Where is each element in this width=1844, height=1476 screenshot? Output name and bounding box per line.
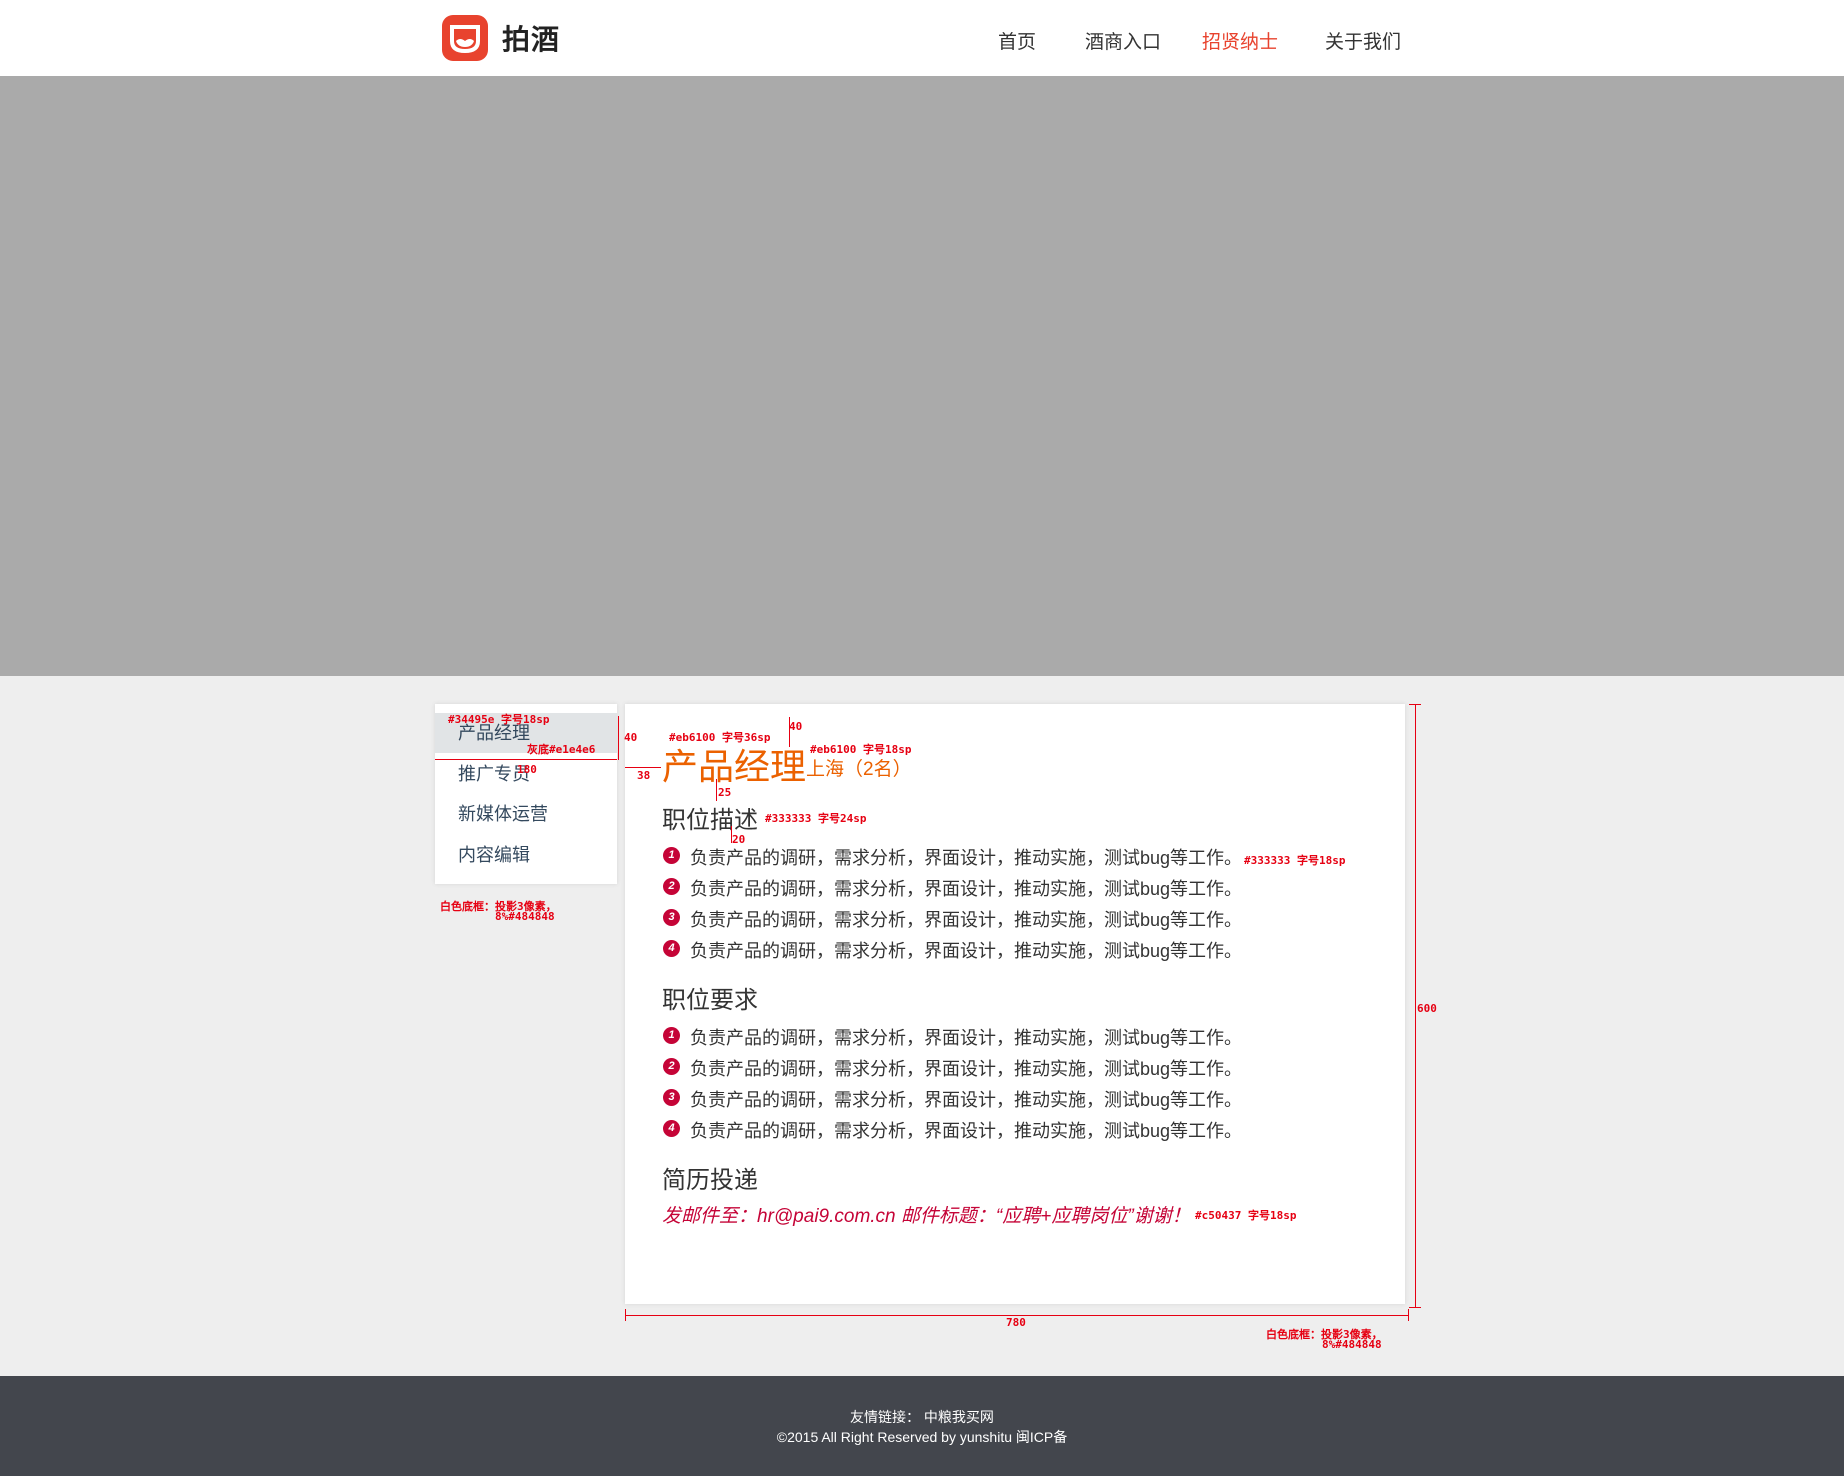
logo-text[interactable]: 拍酒	[502, 18, 560, 58]
number-2-icon: 2	[663, 878, 680, 895]
number-1-icon: 1	[663, 1027, 680, 1044]
resume-email-text[interactable]: 发邮件至：hr@pai9.com.cn 邮件标题：“应聘+应聘岗位”谢谢！	[662, 1201, 1191, 1228]
measure-line	[1415, 704, 1416, 1308]
annotation-item-height: 40	[624, 731, 638, 744]
annotation-gap-20: 20	[732, 833, 746, 846]
annotation-resume-style: #c50437 字号18sp	[1195, 1209, 1297, 1222]
annotation-card-height: 600	[1417, 1002, 1437, 1015]
sidebar-item-new-media[interactable]: 新媒体运营	[435, 794, 617, 834]
measure-line	[625, 767, 661, 768]
annotation-card-width: 780	[1006, 1316, 1026, 1329]
annotation-sidebar-color: #34495e 字号18sp	[448, 713, 550, 726]
banner-placeholder	[0, 76, 1844, 676]
annotation-sidebar-shadow-color: 8%#484848	[495, 910, 555, 923]
nav-careers[interactable]: 招贤纳士	[1202, 27, 1278, 54]
annotation-item-style: #333333 字号18sp	[1244, 854, 1346, 867]
logo-icon[interactable]	[442, 15, 488, 61]
section-title-requirements: 职位要求	[662, 987, 758, 1014]
annotation-gap-25: 25	[718, 786, 732, 799]
top-header	[0, 0, 1844, 76]
annotation-left-gap: 38	[637, 769, 651, 782]
number-3-icon: 3	[663, 1089, 680, 1106]
annotation-card-shadow-color: 8%#484848	[1322, 1338, 1382, 1351]
annotation-top-gap: 40	[789, 720, 803, 733]
job-location: 上海（2名）	[806, 759, 912, 780]
job-title: 产品经理	[662, 746, 807, 787]
section-title-description: 职位描述	[662, 807, 758, 834]
annotation-sidebar-width: 180	[517, 763, 537, 776]
measure-line	[1409, 704, 1421, 705]
sidebar-item-content-editor[interactable]: 内容编辑	[435, 835, 617, 875]
measure-line	[1409, 1307, 1421, 1308]
number-1-icon: 1	[663, 847, 680, 864]
list-item-text: 负责产品的调研，需求分析，界面设计，推动实施，测试bug等工作。	[690, 910, 1243, 930]
list-item-text: 负责产品的调研，需求分析，界面设计，推动实施，测试bug等工作。	[690, 1090, 1243, 1110]
list-item-text: 负责产品的调研，需求分析，界面设计，推动实施，测试bug等工作。	[690, 1121, 1243, 1141]
annotation-title-style: #eb6100 字号36sp	[669, 731, 771, 744]
section-title-resume: 简历投递	[662, 1167, 758, 1194]
list-item-text: 负责产品的调研，需求分析，界面设计，推动实施，测试bug等工作。	[690, 1059, 1243, 1079]
nav-home[interactable]: 首页	[998, 27, 1036, 54]
annotation-sidebar-bg: 灰底#e1e4e6	[527, 743, 596, 756]
measure-line	[716, 779, 717, 801]
nav-merchant-entry[interactable]: 酒商入口	[1085, 27, 1161, 54]
number-4-icon: 4	[663, 940, 680, 957]
footer-friend-links[interactable]: 友情链接： 中粮我买网	[0, 1407, 1844, 1427]
list-item-text: 负责产品的调研，需求分析，界面设计，推动实施，测试bug等工作。	[690, 1028, 1243, 1048]
annotation-location-style: #eb6100 字号18sp	[810, 743, 912, 756]
nav-about-us[interactable]: 关于我们	[1325, 27, 1401, 54]
measure-line	[618, 716, 619, 760]
list-item-text: 负责产品的调研，需求分析，界面设计，推动实施，测试bug等工作。	[690, 879, 1243, 899]
number-2-icon: 2	[663, 1058, 680, 1075]
job-sidebar: 产品经理 推广专员 新媒体运营 内容编辑	[435, 704, 617, 884]
number-4-icon: 4	[663, 1120, 680, 1137]
annotation-section-title-style: #333333 字号24sp	[765, 812, 867, 825]
measure-line	[435, 759, 617, 760]
list-item-text: 负责产品的调研，需求分析，界面设计，推动实施，测试bug等工作。	[690, 941, 1243, 961]
list-item-text: 负责产品的调研，需求分析，界面设计，推动实施，测试bug等工作。	[690, 848, 1243, 868]
measure-line	[625, 1309, 626, 1321]
number-3-icon: 3	[663, 909, 680, 926]
measure-line	[1408, 1309, 1409, 1321]
footer-copyright: ©2015 All Right Reserved by yunshitu 闽IC…	[776, 1429, 1068, 1445]
